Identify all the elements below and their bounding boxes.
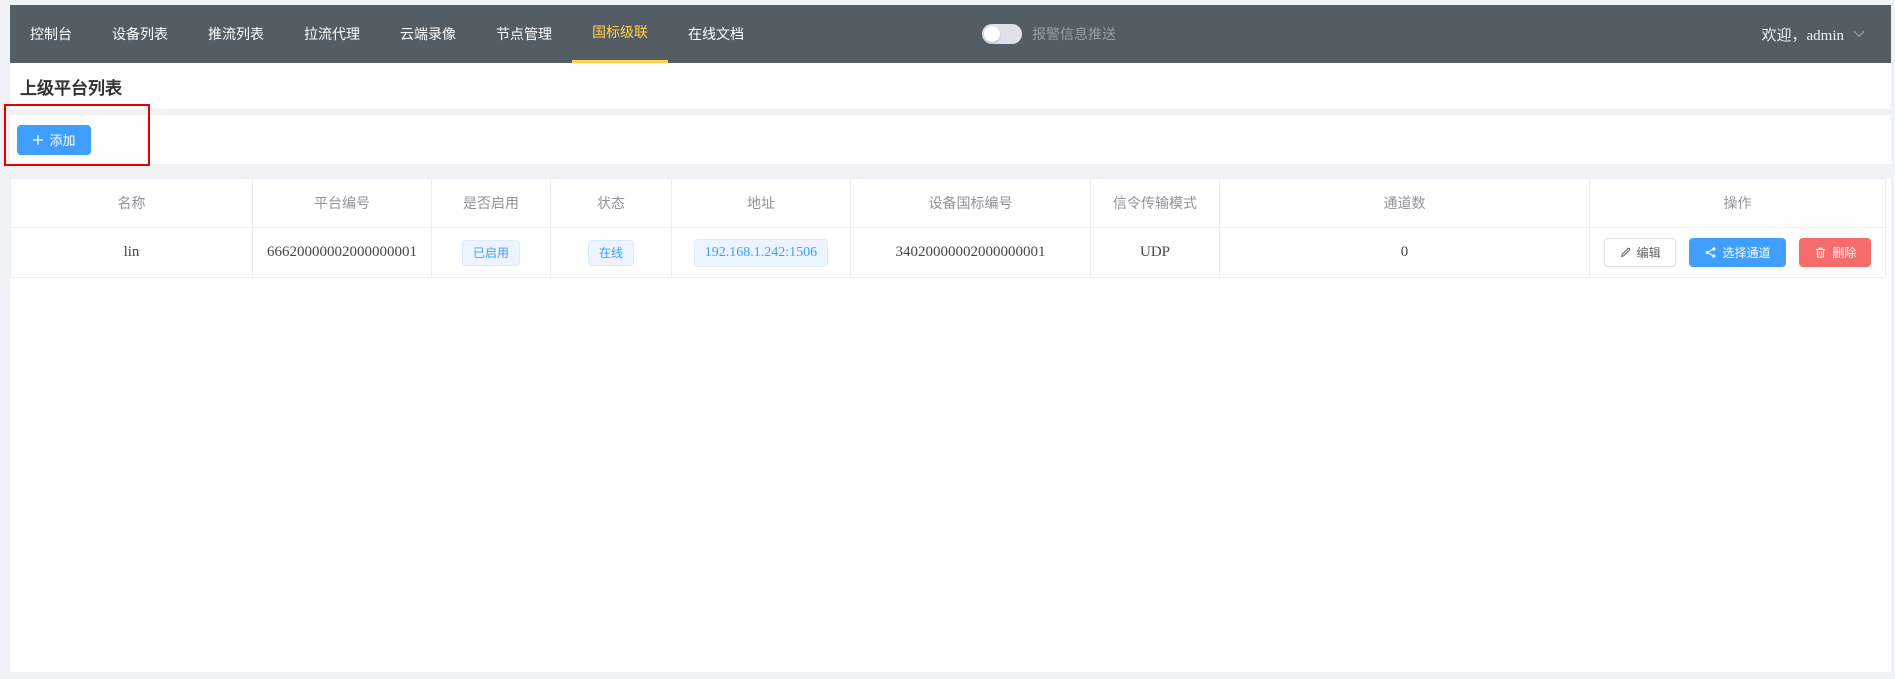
share-icon [1704,246,1717,259]
nav-menu: 控制台 设备列表 推流列表 拉流代理 云端录像 节点管理 国标级联 在线文档 [10,5,1891,63]
alarm-push-toggle[interactable] [982,24,1022,44]
col-header-channel-count: 通道数 [1220,179,1590,228]
nav-item-cloud-record[interactable]: 云端录像 [380,5,476,63]
alarm-push-label: 报警信息推送 [1032,24,1116,44]
add-button[interactable]: 添加 [17,125,91,155]
col-header-enabled: 是否启用 [432,179,551,228]
divider [10,164,1891,178]
plus-icon [32,134,44,146]
edit-button-label: 编辑 [1637,244,1661,261]
cell-transport-mode: UDP [1091,228,1220,278]
col-header-platform-id: 平台编号 [253,179,432,228]
cell-platform-id: 66620000002000000001 [253,228,432,278]
col-header-address: 地址 [672,179,851,228]
nav-item-online-docs[interactable]: 在线文档 [668,5,764,63]
nav-item-gb-cascade[interactable]: 国标级联 [572,5,668,63]
cell-enabled: 已启用 [432,228,551,278]
cell-address: 192.168.1.242:1506 [672,228,851,278]
user-menu[interactable]: 欢迎，admin [1762,5,1866,63]
app-window: 控制台 设备列表 推流列表 拉流代理 云端录像 节点管理 国标级联 在线文档 报… [10,5,1891,672]
cell-actions: 编辑 选择通道 [1590,228,1886,278]
select-channel-button[interactable]: 选择通道 [1689,238,1785,267]
table-row: lin 66620000002000000001 已启用 在线 192.168.… [11,228,1886,278]
alarm-push-control: 报警信息推送 [982,5,1116,63]
pencil-icon [1619,246,1632,259]
cell-name: lin [11,228,253,278]
chevron-down-icon [1853,30,1865,38]
title-bar: 上级平台列表 [10,63,1891,109]
col-header-status: 状态 [551,179,672,228]
trash-icon [1814,246,1827,259]
nav-item-node-manage[interactable]: 节点管理 [476,5,572,63]
address-badge: 192.168.1.242:1506 [694,239,828,267]
welcome-text: 欢迎，admin [1762,24,1845,45]
nav-item-device-list[interactable]: 设备列表 [92,5,188,63]
top-nav: 控制台 设备列表 推流列表 拉流代理 云端录像 节点管理 国标级联 在线文档 报… [10,5,1891,63]
col-header-transport: 信令传输模式 [1091,179,1220,228]
cell-status: 在线 [551,228,672,278]
nav-item-console[interactable]: 控制台 [10,5,92,63]
col-header-name: 名称 [11,179,253,228]
enabled-badge: 已启用 [462,240,520,266]
add-button-label: 添加 [49,130,75,149]
page-title: 上级平台列表 [20,74,122,99]
col-header-actions: 操作 [1590,179,1886,228]
select-channel-button-label: 选择通道 [1722,244,1770,261]
nav-item-pull-proxy[interactable]: 拉流代理 [284,5,380,63]
delete-button-label: 删除 [1832,244,1856,261]
toolbar: 添加 [10,115,1891,164]
col-header-device-gb-id: 设备国标编号 [851,179,1091,228]
delete-button[interactable]: 删除 [1799,238,1871,267]
cell-device-gb-id: 34020000002000000001 [851,228,1091,278]
cell-channel-count: 0 [1220,228,1590,278]
platform-table: 名称 平台编号 是否启用 状态 地址 设备国标编号 信令传输模式 通道数 操作 … [10,178,1886,278]
status-badge: 在线 [588,240,634,266]
edit-button[interactable]: 编辑 [1604,238,1676,267]
nav-item-push-list[interactable]: 推流列表 [188,5,284,63]
platform-table-card: 名称 平台编号 是否启用 状态 地址 设备国标编号 信令传输模式 通道数 操作 … [10,178,1891,672]
table-header-row: 名称 平台编号 是否启用 状态 地址 设备国标编号 信令传输模式 通道数 操作 [11,179,1886,228]
toggle-knob [984,26,1000,42]
